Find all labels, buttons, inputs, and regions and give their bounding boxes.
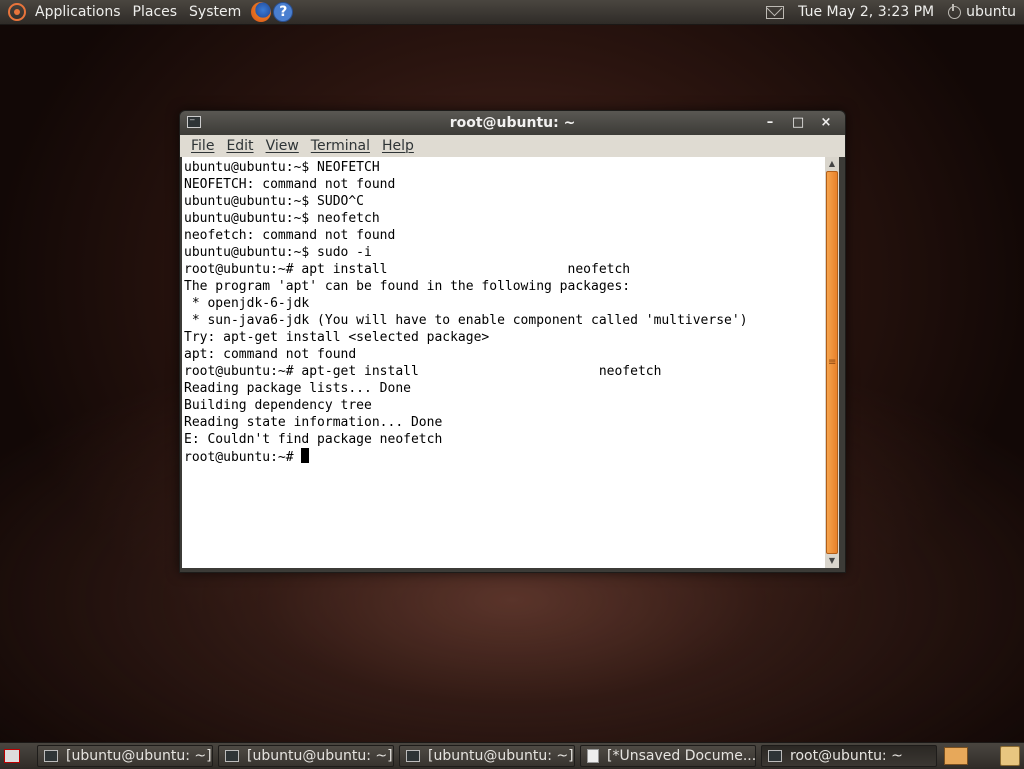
- terminal-line: The program 'apt' can be found in the fo…: [184, 279, 631, 294]
- terminal-line: ubuntu@ubuntu:~$ SUDO^C: [184, 194, 365, 209]
- menu-view[interactable]: View: [260, 138, 305, 154]
- menubar: File Edit View Terminal Help: [180, 135, 845, 157]
- terminal-line: apt: command not found: [184, 347, 357, 362]
- menu-terminal[interactable]: Terminal: [305, 138, 376, 154]
- close-button[interactable]: ×: [817, 114, 835, 132]
- scroll-up-arrow-icon[interactable]: ▲: [825, 157, 839, 171]
- terminal-icon: [768, 750, 782, 762]
- terminal-line: ubuntu@ubuntu:~$ neofetch: [184, 211, 380, 226]
- text-editor-icon: [587, 749, 599, 763]
- terminal-icon: [406, 750, 420, 762]
- firefox-launcher-icon[interactable]: [251, 2, 272, 22]
- applications-menu[interactable]: Applications: [29, 0, 127, 24]
- terminal-line: Reading state information... Done: [184, 415, 443, 430]
- top-panel: Applications Places System ? Tue May 2, …: [0, 0, 1024, 25]
- places-menu[interactable]: Places: [127, 0, 184, 24]
- user-menu[interactable]: ubuntu: [966, 4, 1016, 20]
- terminal-prompt: root@ubuntu:~#: [184, 450, 302, 465]
- vertical-scrollbar[interactable]: ▲ ▼: [825, 157, 839, 568]
- terminal-line: Reading package lists... Done: [184, 381, 411, 396]
- menu-edit[interactable]: Edit: [220, 138, 259, 154]
- workspace-switcher[interactable]: [944, 747, 968, 765]
- window-title: root@ubuntu: ~: [449, 115, 576, 131]
- text-cursor: [301, 448, 310, 463]
- taskbar-item-label: [ubuntu@ubuntu: ~]: [247, 748, 393, 764]
- taskbar-item-active[interactable]: root@ubuntu: ~: [761, 745, 937, 767]
- mail-icon[interactable]: [766, 5, 785, 19]
- terminal-line: neofetch: command not found: [184, 228, 396, 243]
- terminal-line: * sun-java6-jdk (You will have to enable…: [184, 313, 748, 328]
- minimize-button[interactable]: –: [761, 114, 779, 132]
- terminal-output[interactable]: ubuntu@ubuntu:~$ NEOFETCH NEOFETCH: comm…: [182, 157, 825, 568]
- terminal-line: ubuntu@ubuntu:~$ NEOFETCH: [184, 160, 380, 175]
- terminal-line: root@ubuntu:~# apt install neofetch: [184, 262, 631, 277]
- taskbar-item[interactable]: [ubuntu@ubuntu: ~]: [37, 745, 213, 767]
- clock[interactable]: Tue May 2, 3:23 PM: [798, 4, 934, 20]
- terminal-icon: [44, 750, 58, 762]
- help-icon[interactable]: ?: [273, 2, 294, 22]
- terminal-line: * openjdk-6-jdk: [184, 296, 310, 311]
- menu-help[interactable]: Help: [376, 138, 420, 154]
- terminal-line: Try: apt-get install <selected package>: [184, 330, 490, 345]
- window-titlebar[interactable]: root@ubuntu: ~ – □ ×: [180, 111, 845, 135]
- terminal-line: Building dependency tree: [184, 398, 372, 413]
- top-panel-tray: Tue May 2, 3:23 PM ubuntu: [766, 0, 1024, 24]
- terminal-line: root@ubuntu:~# apt-get install neofetch: [184, 364, 662, 379]
- show-desktop-icon[interactable]: [4, 749, 20, 763]
- taskbar-item-label: root@ubuntu: ~: [790, 748, 903, 764]
- system-menu[interactable]: System: [183, 0, 247, 24]
- bottom-panel: [ubuntu@ubuntu: ~] [ubuntu@ubuntu: ~] [u…: [0, 742, 1024, 769]
- taskbar-item[interactable]: [ubuntu@ubuntu: ~]: [218, 745, 394, 767]
- taskbar-item-label: [*Unsaved Docume...: [607, 748, 756, 764]
- taskbar-item-label: [ubuntu@ubuntu: ~]: [428, 748, 574, 764]
- power-icon[interactable]: [948, 3, 962, 19]
- menu-file[interactable]: File: [185, 138, 220, 154]
- scroll-thumb[interactable]: [826, 171, 838, 554]
- taskbar-item[interactable]: [*Unsaved Docume...: [580, 745, 756, 767]
- terminal-icon: [225, 750, 239, 762]
- taskbar-item-label: [ubuntu@ubuntu: ~]: [66, 748, 212, 764]
- terminal-line: NEOFETCH: command not found: [184, 177, 396, 192]
- taskbar-item[interactable]: [ubuntu@ubuntu: ~]: [399, 745, 575, 767]
- maximize-button[interactable]: □: [789, 114, 807, 132]
- trash-icon[interactable]: [1000, 746, 1020, 766]
- ubuntu-logo-icon[interactable]: [8, 3, 26, 21]
- scroll-down-arrow-icon[interactable]: ▼: [825, 554, 839, 568]
- terminal-text: ubuntu@ubuntu:~$ NEOFETCH NEOFETCH: comm…: [182, 157, 825, 466]
- terminal-line: ubuntu@ubuntu:~$ sudo -i: [184, 245, 372, 260]
- terminal-line: E: Couldn't find package neofetch: [184, 432, 443, 447]
- terminal-window: root@ubuntu: ~ – □ × File Edit View Term…: [179, 110, 846, 573]
